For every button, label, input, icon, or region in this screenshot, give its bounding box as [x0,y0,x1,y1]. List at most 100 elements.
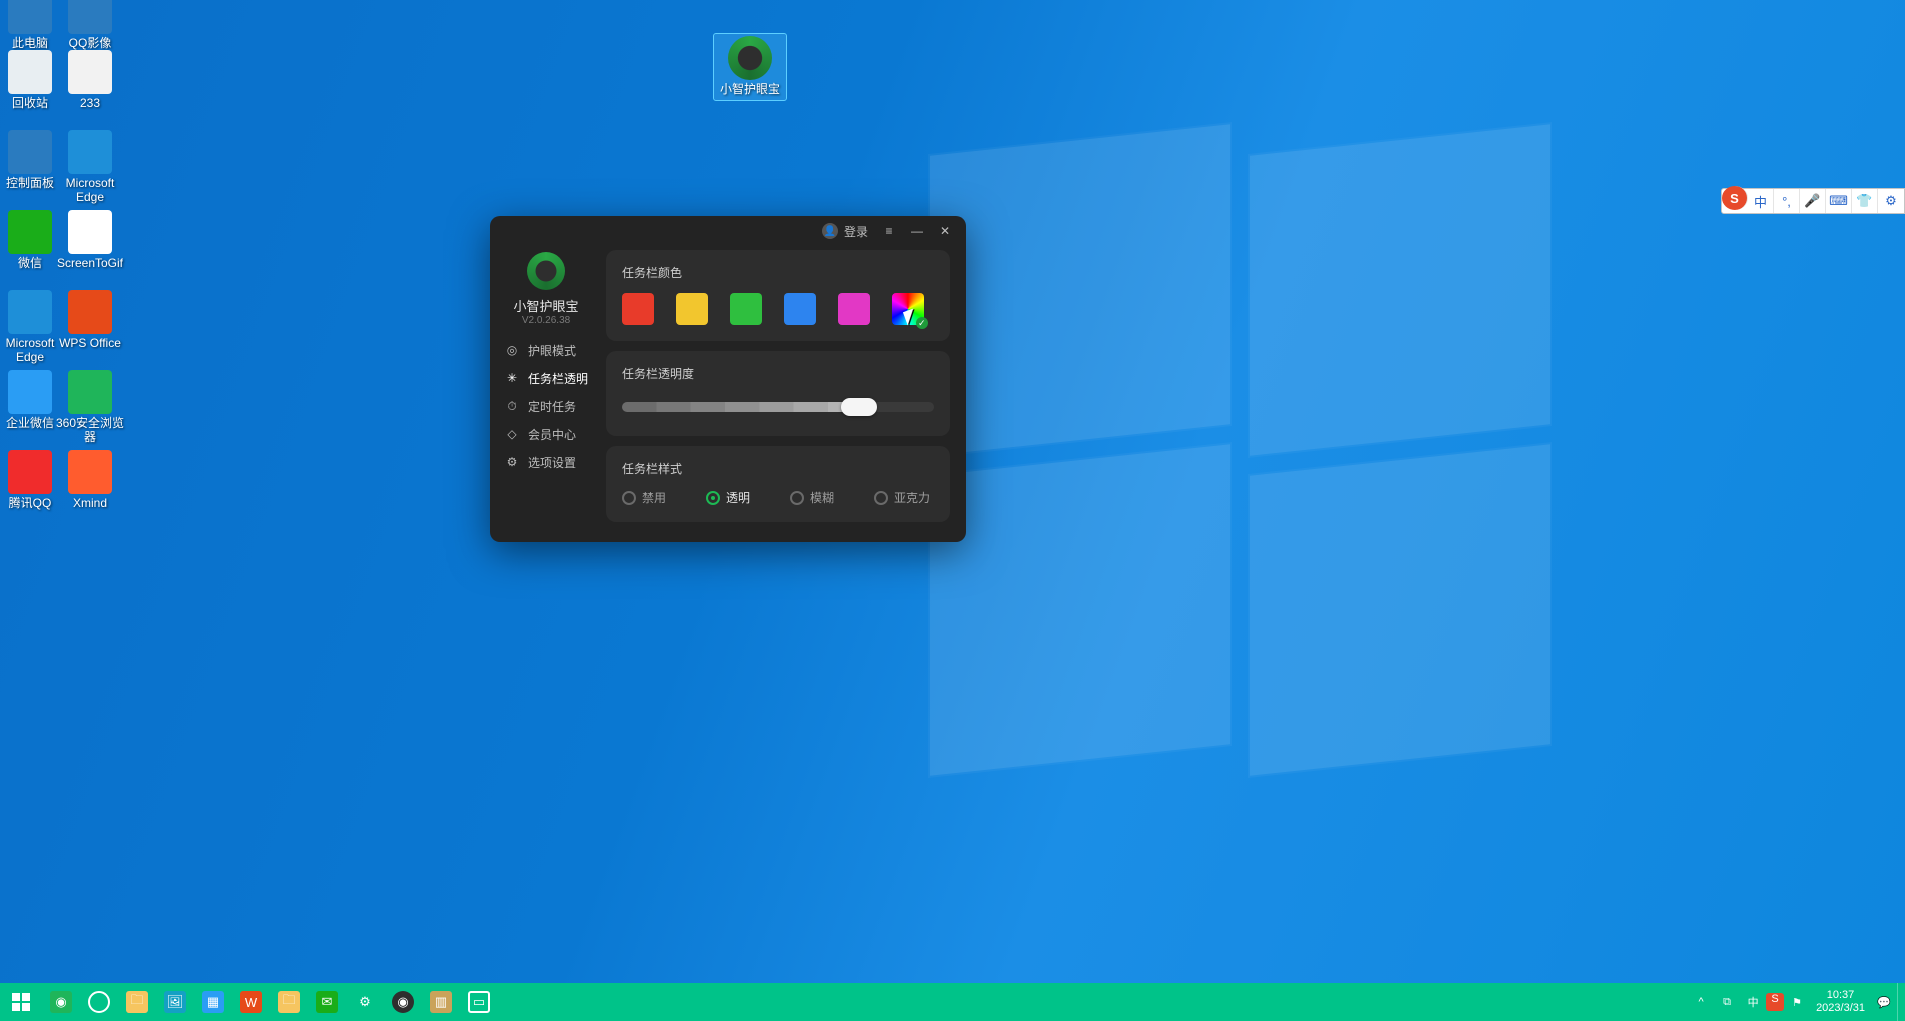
minimize-icon[interactable]: ― [910,224,924,238]
color-swatch[interactable] [784,293,816,325]
opacity-slider[interactable] [622,394,934,420]
nav: ◎ 护眼模式 ✳ 任务栏透明 ⏱ 定时任务 ◇ 会员中心 ⚙ 选项设置 [490,336,602,476]
titlebar[interactable]: 👤 登录 ≡ ― ✕ [490,216,966,246]
ime-seg-mic[interactable]: 🎤 [1800,189,1826,213]
style-radio[interactable]: 透明 [706,489,750,506]
panel-title-color: 任务栏颜色 [622,264,934,281]
style-radio[interactable]: 亚克力 [874,489,930,506]
close-icon[interactable]: ✕ [938,224,952,238]
desktop-icon-label: 360安全浏览器 [54,416,126,444]
tray-security-icon[interactable]: ⚑ [1784,996,1810,1009]
sidebar: 小智护眼宝 V2.0.26.38 ◎护眼模式✳任务栏透明⏱定时任务◇会员中心⚙选… [490,246,602,542]
nav-item[interactable]: ◎ 护眼模式 [490,336,602,364]
nav-item-label: 选项设置 [528,454,576,471]
clock-date: 2023/3/31 [1816,1002,1865,1015]
action-center-icon[interactable]: 💬 [1871,996,1897,1009]
start-button[interactable] [0,983,42,1021]
desktop-icon[interactable]: Xmind [54,450,126,510]
radio-label: 亚克力 [894,489,930,506]
panel-title-style: 任务栏样式 [622,460,934,477]
desktop-icon-label: 微信 [18,256,42,270]
desktop-icon[interactable]: WPS Office [54,290,126,350]
desktop-icon[interactable]: QQ影像 [54,0,126,50]
panel-taskbar-color: 任务栏颜色 [606,250,950,341]
ime-seg-skin[interactable]: 👕 [1852,189,1878,213]
radio-dot-icon [706,491,720,505]
taskbar-app-photos[interactable]: 🖼 [156,983,194,1021]
desktop-icon-label: Microsoft Edge [54,176,126,204]
desktop-icon-label: QQ影像 [69,36,112,50]
desktop-icon-selected[interactable]: 小智护眼宝 [714,34,786,100]
menu-icon[interactable]: ≡ [882,224,896,238]
taskbar-app-folder[interactable]: 🗀 [270,983,308,1021]
desktop-icon[interactable]: 360安全浏览器 [54,370,126,444]
taskbar-clock[interactable]: 10:37 2023/3/31 [1810,989,1871,1015]
tray-overflow-icon[interactable]: ^ [1688,996,1714,1008]
taskbar-app-settings[interactable]: ⚙ [346,983,384,1021]
taskbar[interactable]: ◉🗀🖼▦W🗀✉⚙◉▥▭ ^ ⧉ 中 S ⚑ 10:37 2023/3/31 💬 [0,983,1905,1021]
desktop-icon[interactable]: ScreenToGif [54,210,126,270]
ime-seg-settings[interactable]: ⚙ [1878,189,1904,213]
nav-item-icon: ◎ [504,343,520,357]
desktop-icon-label: 此电脑 [12,36,48,50]
show-desktop-button[interactable] [1897,983,1903,1021]
wallpaper-windows-logo [930,140,1580,790]
nav-item[interactable]: ⚙ 选项设置 [490,448,602,476]
ime-seg-lang[interactable]: 中 [1748,189,1774,213]
ime-logo[interactable]: S [1722,186,1748,210]
desktop-icon-label: 腾讯QQ [9,496,52,510]
taskbar-app-misc1[interactable]: ▥ [422,983,460,1021]
desktop-icon-label: Xmind [73,496,107,510]
nav-item[interactable]: ✳ 任务栏透明 [490,364,602,392]
desktop-icon-label: ScreenToGif [57,256,123,270]
taskbar-app-wps[interactable]: W [232,983,270,1021]
ime-bar[interactable]: S 中 °, 🎤 ⌨ 👕 ⚙ [1721,188,1905,214]
taskbar-app-wechat[interactable]: ✉ [308,983,346,1021]
taskbar-app-xiaozhi[interactable]: ◉ [384,983,422,1021]
desktop-icon[interactable]: 233 [54,50,126,110]
opacity-slider-thumb[interactable] [841,398,877,416]
clock-time: 10:37 [1816,989,1865,1002]
radio-label: 模糊 [810,489,834,506]
panel-taskbar-style: 任务栏样式 禁用 透明 模糊 亚克力 [606,446,950,522]
desktop-icon[interactable]: Microsoft Edge [54,130,126,204]
radio-label: 禁用 [642,489,666,506]
nav-item-label: 护眼模式 [528,342,576,359]
desktop-icon-label: WPS Office [59,336,121,350]
panel-title-opacity: 任务栏透明度 [622,365,934,382]
style-radio[interactable]: 禁用 [622,489,666,506]
color-swatches [622,293,934,325]
taskbar-app-taskview[interactable]: ▭ [460,983,498,1021]
tray-network-icon[interactable]: ⧉ [1714,996,1740,1009]
radio-dot-icon [622,491,636,505]
color-swatch[interactable] [730,293,762,325]
color-swatch-custom[interactable] [892,293,924,325]
nav-item[interactable]: ⏱ 定时任务 [490,392,602,420]
color-swatch[interactable] [838,293,870,325]
nav-item[interactable]: ◇ 会员中心 [490,420,602,448]
color-swatch[interactable] [622,293,654,325]
nav-item-icon: ⏱ [504,399,520,414]
desktop-icon-label: 企业微信 [6,416,54,430]
login-button[interactable]: 👤 登录 [822,223,868,240]
nav-item-label: 定时任务 [528,398,576,415]
color-swatch[interactable] [676,293,708,325]
ime-seg-punct[interactable]: °, [1774,189,1800,213]
style-radio[interactable]: 模糊 [790,489,834,506]
taskbar-app-explorer[interactable]: 🗀 [118,983,156,1021]
taskbar-app-360[interactable]: ◉ [42,983,80,1021]
tray-ime-lang[interactable]: 中 [1740,994,1766,1010]
radio-dot-icon [874,491,888,505]
nav-item-label: 任务栏透明 [528,370,588,387]
ime-seg-kbd[interactable]: ⌨ [1826,189,1852,213]
nav-item-icon: ⚙ [504,455,520,469]
nav-item-icon: ◇ [504,427,520,441]
nav-item-icon: ✳ [504,371,520,385]
nav-item-label: 会员中心 [528,426,576,443]
radio-dot-icon [790,491,804,505]
taskbar-app-cortana[interactable] [80,983,118,1021]
taskbar-app-store[interactable]: ▦ [194,983,232,1021]
tray-sogou-icon[interactable]: S [1766,993,1784,1011]
style-radios: 禁用 透明 模糊 亚克力 [622,489,934,506]
login-label: 登录 [844,223,868,240]
